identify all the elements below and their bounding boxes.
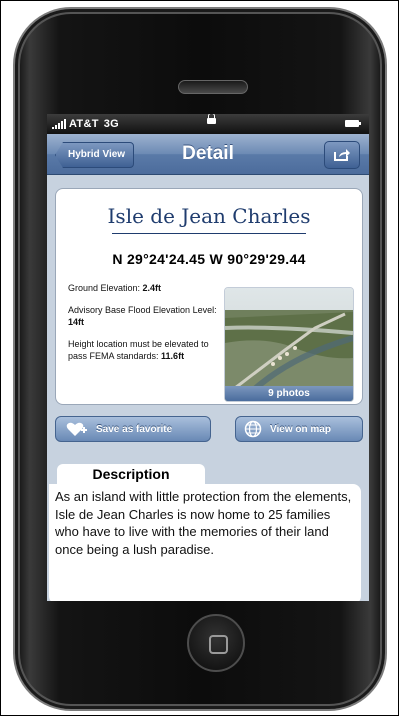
lock-icon xyxy=(207,114,216,124)
location-name: Isle de Jean Charles xyxy=(107,204,311,228)
description-heading: Description xyxy=(57,464,205,484)
home-button-icon xyxy=(209,635,228,654)
aerial-photo-thumbnail[interactable]: 9 photos xyxy=(224,287,354,402)
description-text: As an island with little protection from… xyxy=(49,484,361,601)
view-on-map-button[interactable]: View on map xyxy=(235,416,363,442)
battery-icon xyxy=(345,120,361,127)
ground-elevation: Ground Elevation: 2.4ft xyxy=(68,283,162,293)
status-bar: AT&T 3G xyxy=(47,114,369,134)
heart-add-icon xyxy=(66,422,87,436)
network-type: 3G xyxy=(103,118,119,130)
elevation-info: Ground Elevation: 2.4ft Advisory Base Fl… xyxy=(68,282,228,372)
share-icon xyxy=(334,149,350,161)
home-button[interactable] xyxy=(187,614,245,672)
photo-count-bar[interactable]: 9 photos xyxy=(225,386,353,401)
height-requirement: Height location must be elevated to pass… xyxy=(68,339,209,361)
aerial-photo-image xyxy=(225,288,353,401)
nav-title: Detail xyxy=(182,143,234,164)
globe-icon xyxy=(244,420,262,438)
navigation-bar: Hybrid View Detail xyxy=(47,134,369,175)
title-divider xyxy=(112,233,306,234)
save-favorite-label: Save as favorite xyxy=(96,423,173,435)
image-frame: AT&T 3G Hybrid View Detail Isle de Jean … xyxy=(0,0,399,716)
phone-screen: AT&T 3G Hybrid View Detail Isle de Jean … xyxy=(47,114,369,601)
earpiece-speaker xyxy=(178,80,248,94)
signal-strength-icon xyxy=(52,119,66,129)
coordinates: N 29°24'24.45 W 90°29'29.44 xyxy=(112,251,306,267)
location-card: Isle de Jean Charles N 29°24'24.45 W 90°… xyxy=(55,188,363,405)
share-button[interactable] xyxy=(324,141,360,169)
view-on-map-label: View on map xyxy=(270,423,331,435)
advisory-base-flood: Advisory Base Flood Elevation Level: 14f… xyxy=(68,305,217,327)
carrier-name: AT&T xyxy=(69,118,99,130)
save-favorite-button[interactable]: Save as favorite xyxy=(55,416,211,442)
